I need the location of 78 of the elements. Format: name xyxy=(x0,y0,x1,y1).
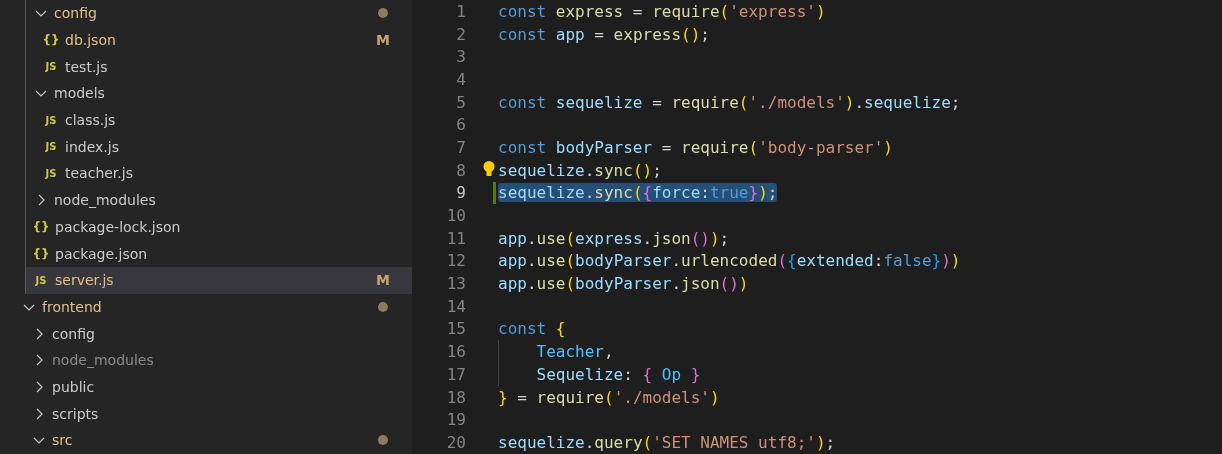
line-number: 13 xyxy=(446,274,466,294)
json-file-icon: {} xyxy=(34,219,48,234)
javascript-file-icon: JS xyxy=(34,274,48,286)
javascript-file-icon: JS xyxy=(44,61,58,73)
line-number: 8 xyxy=(456,160,466,180)
tree-item[interactable]: models xyxy=(26,80,412,107)
code-line: } = require('./models') xyxy=(498,387,720,407)
code-line: Sequelize: { Op } xyxy=(536,364,701,384)
json-file-icon: {} xyxy=(44,33,58,48)
line-number: 20 xyxy=(446,432,466,452)
file-name: config xyxy=(54,5,97,22)
tree-item[interactable]: node_modules xyxy=(0,346,412,374)
line-number: 14 xyxy=(446,296,466,316)
file-name: package.json xyxy=(55,245,148,262)
javascript-file-icon: JS xyxy=(44,114,58,126)
tree-item[interactable]: scripts xyxy=(0,400,412,427)
code-line: Teacher, xyxy=(536,342,614,362)
file-name: teacher.js xyxy=(65,165,133,182)
tree-item[interactable]: {} db.json M xyxy=(26,26,412,54)
code-line: const { xyxy=(498,319,566,339)
line-number: 6 xyxy=(456,115,466,135)
code-line: sequelize.query('SET NAMES utf8;'); xyxy=(498,432,836,452)
lightbulb-icon[interactable] xyxy=(483,160,495,177)
line-number: 9 xyxy=(456,183,466,203)
line-number: 15 xyxy=(446,319,466,339)
code-line: const app = express(); xyxy=(498,24,710,44)
file-name: public xyxy=(52,378,95,395)
tree-item[interactable]: JS class.js xyxy=(26,106,412,134)
tree-item[interactable]: frontend xyxy=(0,293,412,321)
line-number: 18 xyxy=(446,387,466,407)
file-name: frontend xyxy=(42,298,102,315)
file-name: index.js xyxy=(65,138,119,155)
code-line: app.use(bodyParser.json()) xyxy=(498,274,749,294)
code-line: sequelize.sync(); xyxy=(498,160,662,180)
line-number: 12 xyxy=(446,251,466,271)
tree-item[interactable]: JS index.js xyxy=(26,133,412,161)
code-line: app.use(bodyParser.urlencoded({extended:false})) xyxy=(498,251,961,271)
file-name: node_modules xyxy=(54,192,156,209)
javascript-file-icon: JS xyxy=(44,141,58,153)
code-line: const sequelize = require('./models').sequelize; xyxy=(498,92,961,112)
git-status-letter: M xyxy=(376,272,390,289)
file-name: config xyxy=(52,325,95,342)
file-name: models xyxy=(54,85,105,102)
tree-item[interactable]: {} package.json xyxy=(26,240,412,267)
tree-item[interactable]: node_modules xyxy=(26,186,412,214)
json-file-icon: {} xyxy=(34,246,48,261)
line-number: 19 xyxy=(446,410,466,430)
file-name: class.js xyxy=(65,112,116,129)
tree-item[interactable]: {} package-lock.json xyxy=(26,213,412,241)
tree-item[interactable]: config xyxy=(0,320,412,347)
javascript-file-icon: JS xyxy=(44,167,58,179)
file-name: package-lock.json xyxy=(55,218,181,235)
git-status-letter: M xyxy=(376,32,390,49)
tree-item[interactable]: public xyxy=(0,373,412,401)
line-number: 4 xyxy=(456,69,466,89)
tree-item[interactable]: config xyxy=(26,0,412,27)
line-number: 17 xyxy=(446,364,466,384)
file-name: scripts xyxy=(52,405,99,422)
file-name: server.js xyxy=(55,272,114,289)
line-number: 7 xyxy=(456,137,466,157)
code-line: app.use(express.json()); xyxy=(498,228,730,248)
line-number: 1 xyxy=(456,1,466,21)
tree-item[interactable]: JS server.js M xyxy=(26,266,412,294)
line-number: 11 xyxy=(446,228,466,248)
file-name: db.json xyxy=(65,32,116,49)
code-line: const express = require('express') xyxy=(498,1,826,21)
tree-item[interactable]: JS test.js xyxy=(26,53,412,81)
line-number: 2 xyxy=(456,24,466,44)
line-number: 16 xyxy=(446,342,466,362)
tree-item[interactable]: src xyxy=(0,427,412,454)
tree-item[interactable]: JS teacher.js xyxy=(26,160,412,187)
line-number: 3 xyxy=(456,47,466,67)
line-number: 10 xyxy=(446,206,466,226)
file-name: test.js xyxy=(65,58,108,75)
line-number: 5 xyxy=(456,92,466,112)
file-name: src xyxy=(52,432,73,449)
code-line: const bodyParser = require('body-parser') xyxy=(498,137,893,157)
file-name: node_modules xyxy=(52,352,154,369)
